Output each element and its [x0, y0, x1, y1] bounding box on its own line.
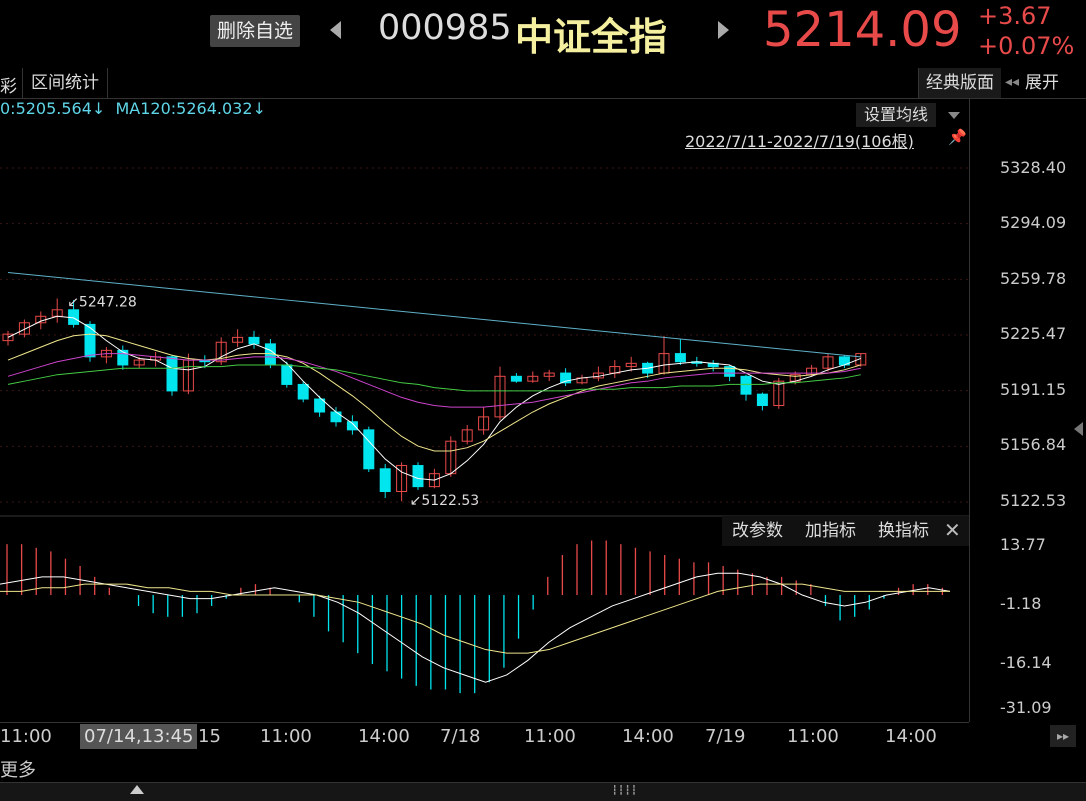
y-tick-label: 5122.53: [1000, 491, 1067, 510]
x-tick-label: 11:00: [787, 726, 839, 747]
x-tick-label: 7/18: [440, 726, 481, 747]
macd-tick-label: 13.77: [1000, 535, 1046, 554]
candle-down: [330, 411, 342, 423]
y-axis-divider: [969, 98, 970, 722]
x-tick-label: 15: [198, 726, 221, 747]
close-icon[interactable]: ✕: [944, 518, 961, 542]
add-indicator-button[interactable]: 加指标: [805, 516, 856, 546]
change-percent: +0.07%: [978, 32, 1075, 60]
low-annotation: ↙5122.53: [410, 493, 480, 509]
ma-line-ma1: [7, 315, 861, 481]
x-tick-label: 14:00: [885, 726, 937, 747]
macd-tick-label: -1.18: [1000, 594, 1042, 613]
current-price: 5214.09: [763, 2, 962, 58]
y-tick-label: 5156.84: [1000, 435, 1067, 454]
modify-params-button[interactable]: 改参数: [732, 516, 783, 546]
ma-line-ma3: [7, 353, 861, 408]
x-tick-label: 11:00: [524, 726, 576, 747]
x-tick-label: 14:00: [358, 726, 410, 747]
macd-tick-label: -31.09: [1000, 698, 1052, 717]
candle-down: [412, 465, 424, 488]
remove-watchlist-button[interactable]: 删除自选: [210, 15, 301, 47]
candle-down: [756, 393, 768, 407]
more-button[interactable]: 更多: [0, 756, 36, 782]
y-tick-label: 5259.78: [1000, 269, 1067, 288]
index-name: 中证全指: [515, 15, 668, 59]
bottom-panel-bar: [0, 782, 1086, 801]
double-chevron-left-icon[interactable]: ◂◂: [1005, 74, 1019, 90]
stock-code: 000985: [378, 8, 512, 48]
y-tick-label: 5225.47: [1000, 324, 1067, 343]
ma-line-ma2: [7, 333, 861, 452]
classic-layout-button[interactable]: 经典版面: [918, 68, 1001, 98]
switch-indicator-button[interactable]: 换指标: [878, 516, 929, 546]
interval-stats-button[interactable]: 区间统计: [22, 68, 108, 98]
kline-chart[interactable]: ↙5247.28 ↙5122.53: [0, 98, 969, 722]
y-tick-label: 5294.09: [1000, 213, 1067, 232]
side-panel-toggle-icon[interactable]: [1074, 422, 1083, 436]
candle-down: [740, 375, 752, 395]
candle-down: [297, 383, 309, 400]
x-tick-label: 14:00: [622, 726, 674, 747]
change-absolute: +3.67: [978, 2, 1052, 30]
x-tick-label: 11:00: [260, 726, 312, 747]
candle-down: [363, 429, 375, 470]
x-tick-label: 7/19: [705, 726, 746, 747]
x-tick-label: 11:00: [0, 726, 52, 747]
candle-down: [117, 349, 129, 366]
y-tick-label: 5328.40: [1000, 158, 1067, 177]
candle-down: [84, 323, 96, 358]
y-tick-label: 5191.15: [1000, 380, 1067, 399]
candle-down: [166, 356, 178, 392]
prev-stock-arrow-icon[interactable]: [330, 21, 341, 39]
high-annotation: ↙5247.28: [67, 294, 137, 310]
toolbar-truncated-item[interactable]: 彩: [0, 72, 17, 97]
crosshair-time-label: 07/14,13:45: [80, 724, 198, 749]
macd-tick-label: -16.14: [1000, 653, 1052, 672]
candle-down: [674, 353, 686, 363]
panel-up-arrow-icon[interactable]: [130, 785, 144, 794]
candle-down: [510, 375, 522, 382]
next-stock-arrow-icon[interactable]: [718, 21, 729, 39]
resize-grip-icon[interactable]: ┇┇┇┇: [612, 786, 638, 796]
candle-down: [379, 468, 391, 493]
expand-button[interactable]: 展开: [1025, 68, 1059, 98]
scroll-right-icon[interactable]: ▸▸: [1050, 725, 1076, 747]
candle-down: [248, 336, 260, 345]
